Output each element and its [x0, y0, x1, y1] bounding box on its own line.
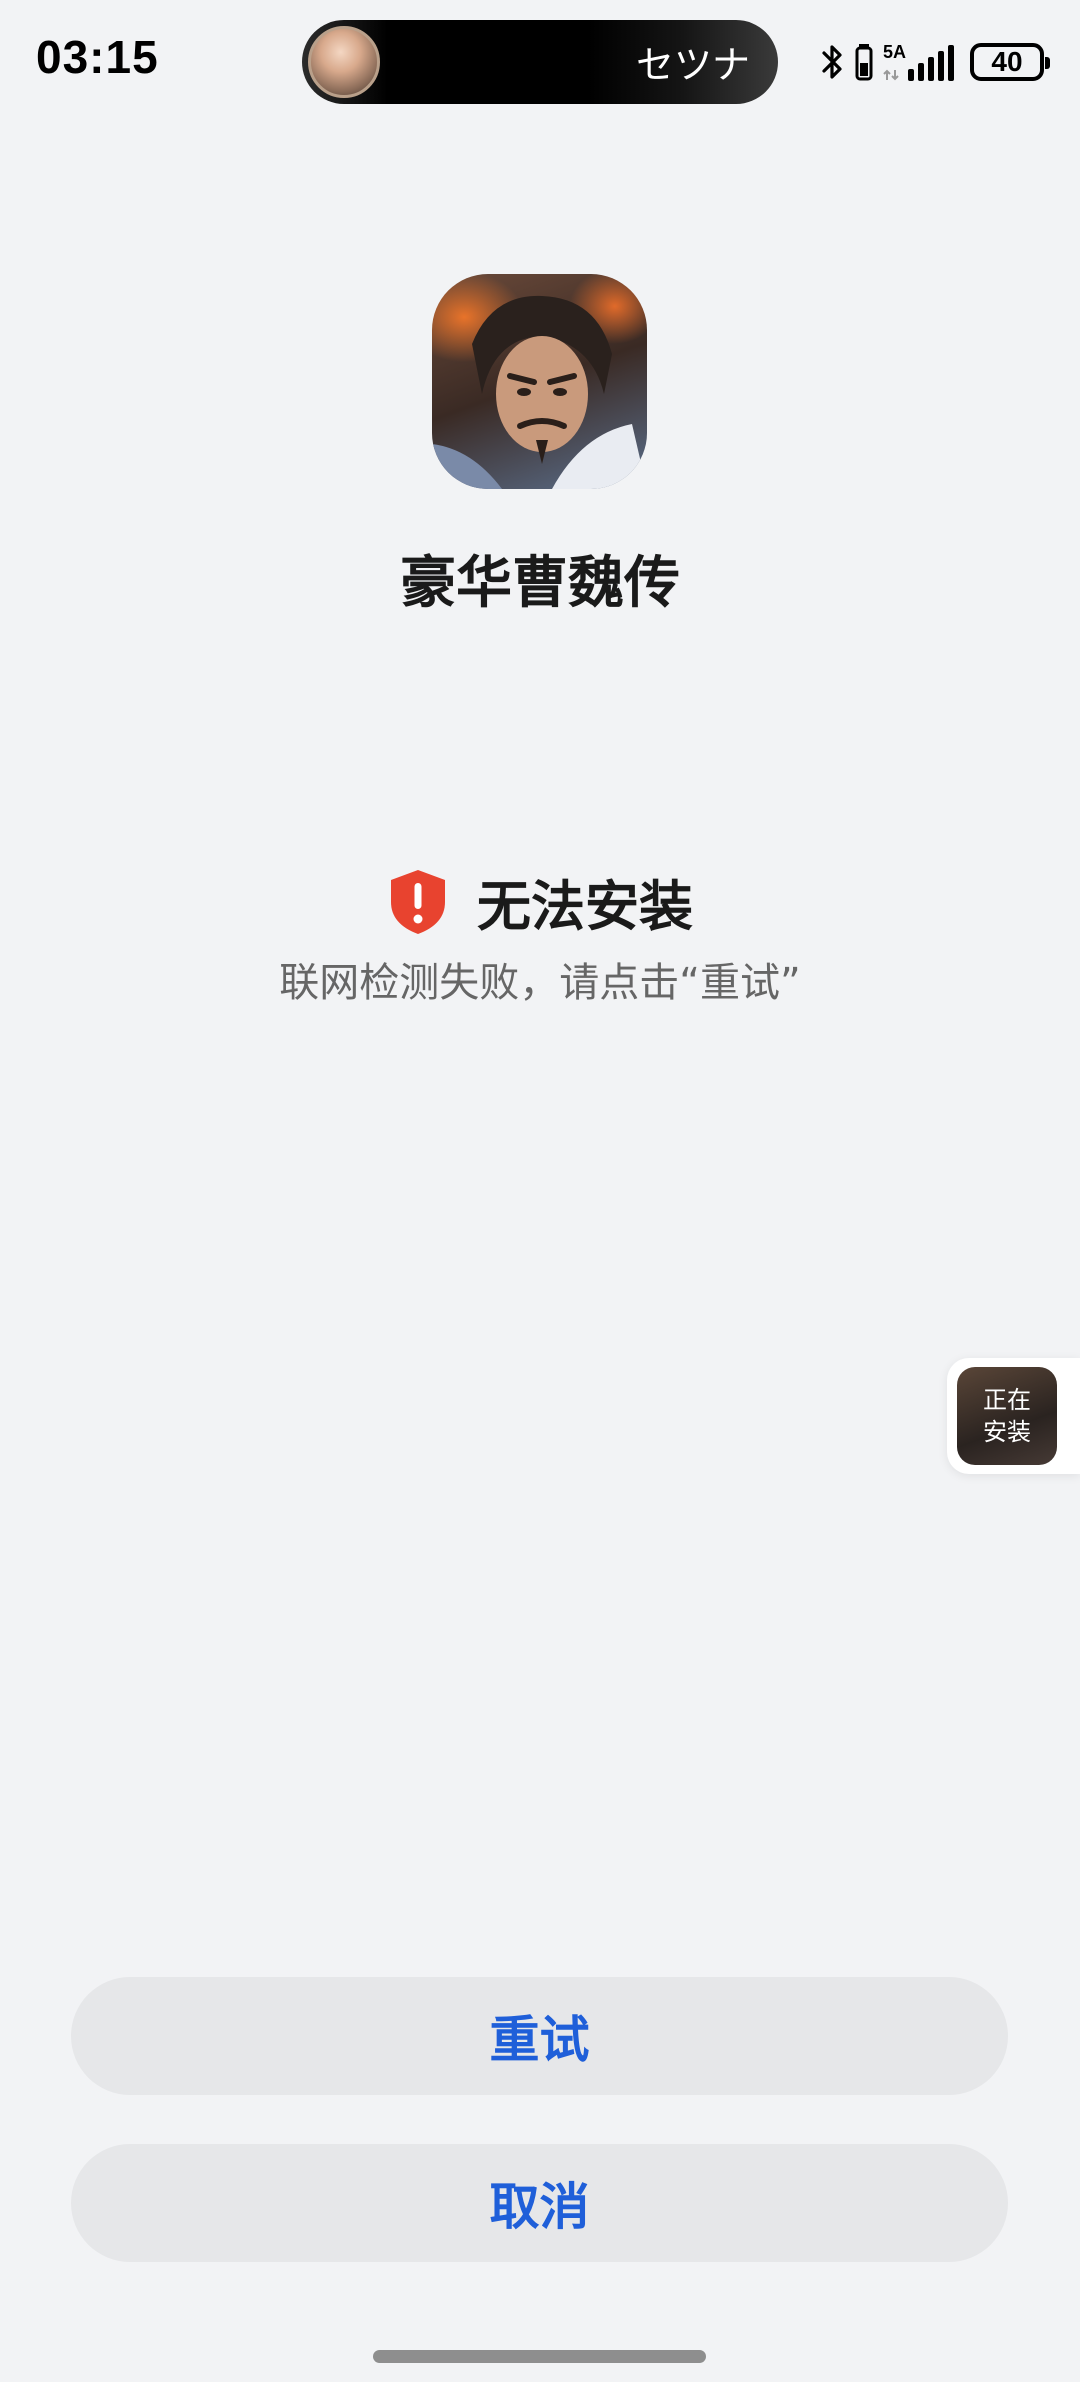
battery-icon: 40 — [970, 43, 1050, 81]
badge-line-1: 正在 — [983, 1386, 1031, 1414]
installing-badge-thumbnail: 正在 安装 — [957, 1367, 1057, 1465]
installing-float-badge[interactable]: 正在 安装 — [947, 1358, 1080, 1474]
battery-saver-icon — [855, 44, 873, 81]
signal-icon — [908, 45, 954, 81]
data-arrows-icon — [883, 69, 899, 81]
status-time: 03:15 — [36, 31, 159, 83]
home-indicator[interactable] — [373, 2350, 706, 2363]
battery-level: 40 — [991, 46, 1023, 77]
retry-button[interactable]: 重试 — [71, 1977, 1008, 2095]
badge-line-2: 安装 — [983, 1418, 1031, 1446]
error-title: 无法安装 — [477, 875, 693, 938]
avatar-icon — [308, 26, 380, 98]
shield-alert-icon — [391, 869, 445, 934]
warrior-portrait-icon — [432, 295, 647, 489]
bluetooth-icon — [822, 45, 842, 79]
app-icon — [432, 274, 647, 489]
network-indicator: 5A — [883, 43, 954, 81]
cancel-button[interactable]: 取消 — [71, 2144, 1008, 2262]
live-activity-text: セツナ — [635, 43, 750, 87]
install-screen: 03:15 セツナ 5A 40 豪华曹魏传 无法安装 联网检测失败，请点击“重试… — [0, 0, 1080, 2382]
app-name: 豪华曹魏传 — [400, 551, 680, 616]
status-icons: 5A 40 — [821, 40, 1050, 84]
dynamic-island[interactable]: セツナ — [302, 20, 778, 104]
error-description: 联网检测失败，请点击“重试” — [279, 960, 801, 1006]
error-status: 无法安装 — [0, 862, 1080, 941]
network-label: 5A — [882, 42, 906, 62]
